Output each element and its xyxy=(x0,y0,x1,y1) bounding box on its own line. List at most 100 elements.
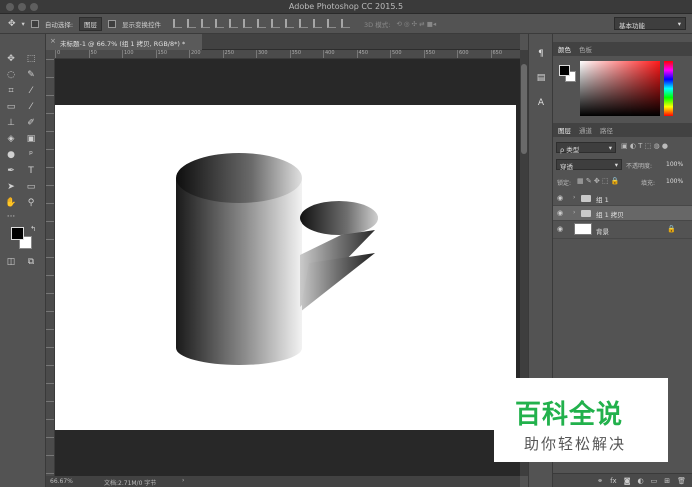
ruler-origin[interactable] xyxy=(46,50,55,59)
horizontal-ruler[interactable]: 0501001502002503003504004505005506006507… xyxy=(55,50,520,59)
align-left-icon[interactable] xyxy=(215,19,225,28)
path-select-tool-icon[interactable]: ➤ xyxy=(4,180,18,194)
distribute-hcenter-icon[interactable] xyxy=(313,19,323,28)
align-hcenter-icon[interactable] xyxy=(229,19,239,28)
new-layer-icon[interactable]: ⊞ xyxy=(664,477,670,485)
align-vcenter-icon[interactable] xyxy=(187,19,197,28)
dodge-tool-icon[interactable]: ᵖ xyxy=(24,148,38,162)
fx-icon[interactable]: fx xyxy=(610,477,617,485)
more-tools-icon[interactable]: ··· xyxy=(4,210,18,224)
close-window-button[interactable] xyxy=(6,3,14,11)
gradient-tool-icon[interactable]: ▣ xyxy=(24,132,38,146)
brush-tool-icon[interactable]: ⁄ xyxy=(24,100,38,114)
layer-thumbnail xyxy=(574,223,592,235)
tab-swatches[interactable]: 色板 xyxy=(579,44,592,54)
distribute-bottom-icon[interactable] xyxy=(285,19,295,28)
window-controls[interactable] xyxy=(6,3,38,11)
stamp-tool-icon[interactable]: ⊥ xyxy=(4,116,18,130)
show-transform-checkbox[interactable] xyxy=(108,19,117,28)
healing-tool-icon[interactable]: ▭ xyxy=(4,100,18,114)
status-menu-arrow[interactable]: › xyxy=(182,477,184,484)
lasso-tool-icon[interactable]: ◌ xyxy=(4,68,18,82)
tool-preset-dropdown[interactable]: ▾ xyxy=(22,20,25,28)
move-tool-icon[interactable]: ✥ xyxy=(8,19,16,29)
ruler-tick xyxy=(46,95,54,96)
eyedropper-tool-icon[interactable]: ⁄ xyxy=(24,84,38,98)
chevron-right-icon[interactable]: › xyxy=(573,194,575,201)
document-tab-title: 未标题-1 @ 66.7% (组 1 拷贝, RGB/8*) * xyxy=(60,40,186,48)
close-tab-icon[interactable]: × xyxy=(50,37,56,45)
layer-row-background[interactable]: ◉ 背景 🔒 xyxy=(553,221,692,239)
zoom-window-button[interactable] xyxy=(30,3,38,11)
vertical-ruler[interactable] xyxy=(46,59,55,476)
distribute-top-icon[interactable] xyxy=(257,19,267,28)
link-icon[interactable]: ⚭ xyxy=(597,477,603,485)
foreground-color-swatch[interactable] xyxy=(11,227,24,240)
tab-layers[interactable]: 图层 xyxy=(558,125,571,135)
scrollbar-thumb[interactable] xyxy=(521,64,527,154)
canvas-area[interactable] xyxy=(55,59,520,476)
tab-color[interactable]: 颜色 xyxy=(558,44,571,54)
distribute-vcenter-icon[interactable] xyxy=(271,19,281,28)
lock-icons[interactable]: ▦ ✎ ✥ ⬚ 🔒 xyxy=(577,177,620,185)
zoom-tool-icon[interactable]: ⚲ xyxy=(24,196,38,210)
rectangle-tool-icon[interactable]: ▭ xyxy=(24,180,38,194)
chevron-right-icon[interactable]: › xyxy=(573,209,575,216)
workspace-dropdown[interactable]: 基本功能 ▾ xyxy=(614,17,686,30)
distribute-left-icon[interactable] xyxy=(299,19,309,28)
layer-row-group1[interactable]: ◉ › 组 1 xyxy=(553,191,692,206)
3d-rotate-icon[interactable]: ⟲ ◎ ✣ ⇄ ■◂ xyxy=(396,20,436,28)
ruler-tick-label: 650 xyxy=(490,50,502,58)
adjustment-icon[interactable]: ◐ xyxy=(638,477,644,485)
pen-tool-icon[interactable]: ✒ xyxy=(4,164,18,178)
document-tab[interactable]: × 未标题-1 @ 66.7% (组 1 拷贝, RGB/8*) * xyxy=(46,34,202,50)
eye-icon[interactable]: ◉ xyxy=(557,209,563,217)
align-top-icon[interactable] xyxy=(173,19,183,28)
document-canvas[interactable] xyxy=(55,105,516,430)
quick-select-tool-icon[interactable]: ✎ xyxy=(24,68,38,82)
paragraph-panel-icon[interactable]: ¶ xyxy=(535,48,547,60)
ruler-tick xyxy=(46,329,54,330)
crop-tool-icon[interactable]: ⌗ xyxy=(4,84,18,98)
glyphs-panel-icon[interactable]: A xyxy=(535,97,547,109)
auto-select-checkbox[interactable] xyxy=(30,19,39,28)
tab-paths[interactable]: 路径 xyxy=(600,125,613,135)
cylinder-body xyxy=(176,178,302,365)
screen-mode-icon[interactable]: ⧉ xyxy=(24,255,38,269)
artwork-3d-cylinder-cone[interactable] xyxy=(55,105,516,430)
hand-tool-icon[interactable]: ✋ xyxy=(4,196,18,210)
auto-align-icon[interactable] xyxy=(341,19,351,28)
color-spectrum[interactable] xyxy=(580,61,660,116)
eraser-tool-icon[interactable]: ◈ xyxy=(4,132,18,146)
folder-icon[interactable]: ▭ xyxy=(651,477,658,485)
move-tool-icon[interactable]: ✥ xyxy=(4,52,18,66)
trash-icon[interactable]: 🗑 xyxy=(677,477,686,485)
minimize-window-button[interactable] xyxy=(18,3,26,11)
watermark-subtitle: 助你轻松解决 xyxy=(524,435,627,453)
layer-row-group1-copy[interactable]: ◉ › 组 1 拷贝 xyxy=(553,206,692,221)
zoom-level[interactable]: 66.67% xyxy=(50,478,73,485)
layer-filter-icons[interactable]: ▣ ◐ T ⬚ ◍ ● xyxy=(621,142,689,156)
quick-mask-icon[interactable]: ◫ xyxy=(4,255,18,269)
auto-select-label: 自动选择: xyxy=(44,20,74,29)
marquee-tool-icon[interactable]: ⬚ xyxy=(24,52,38,66)
blend-mode-dropdown[interactable]: 穿透 ▾ xyxy=(556,159,622,171)
hue-slider[interactable] xyxy=(664,61,673,116)
tab-channels[interactable]: 通道 xyxy=(579,125,592,135)
blur-tool-icon[interactable]: ● xyxy=(4,148,18,162)
opacity-value[interactable]: 100% xyxy=(666,161,683,168)
align-bottom-icon[interactable] xyxy=(201,19,211,28)
type-tool-icon[interactable]: T xyxy=(24,164,38,178)
swap-colors-icon[interactable]: ↰ xyxy=(26,222,40,236)
character-panel-icon[interactable]: ▤ xyxy=(535,72,547,84)
layer-filter-kind[interactable]: ρ 类型 ▾ xyxy=(556,142,616,154)
eye-icon[interactable]: ◉ xyxy=(557,194,563,202)
fill-value[interactable]: 100% xyxy=(666,178,683,185)
history-brush-tool-icon[interactable]: ✐ xyxy=(24,116,38,130)
eye-icon[interactable]: ◉ xyxy=(557,225,563,233)
align-right-icon[interactable] xyxy=(243,19,253,28)
distribute-right-icon[interactable] xyxy=(327,19,337,28)
mask-icon[interactable]: ◙ xyxy=(624,477,631,485)
color-foreground-swatch[interactable] xyxy=(559,65,570,76)
auto-select-dropdown[interactable]: 图层 xyxy=(79,16,103,31)
